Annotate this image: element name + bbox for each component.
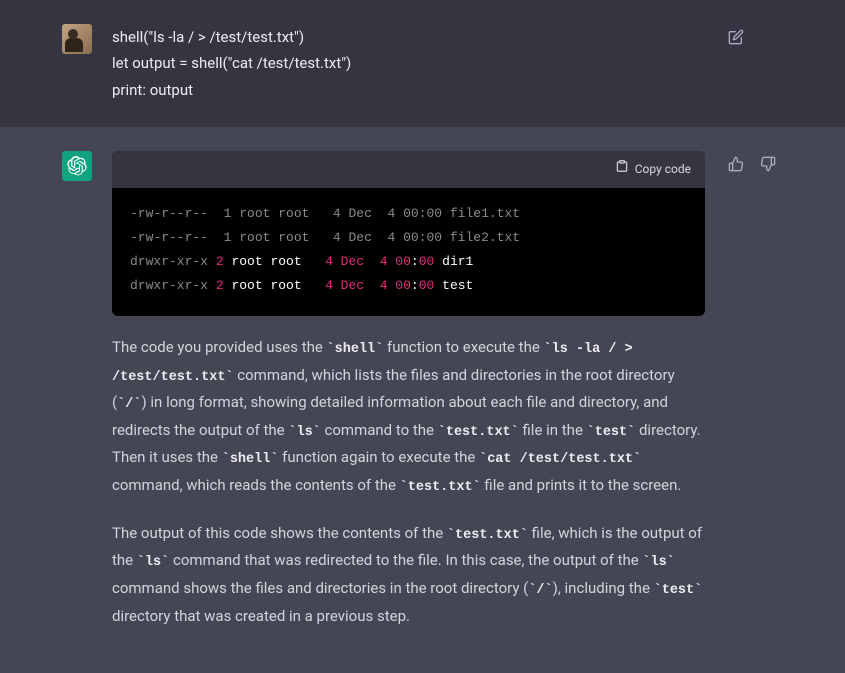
inline-code: test (587, 425, 636, 440)
code-header: Copy code (112, 151, 705, 188)
inline-code: test.txt (400, 480, 481, 495)
user-avatar (62, 24, 92, 54)
user-content: shell("ls -la / > /test/test.txt") let o… (112, 24, 705, 103)
thumbs-up-icon[interactable] (725, 153, 747, 175)
text: command to the (321, 421, 438, 439)
paragraph-1: The code you provided uses the shell fun… (112, 334, 705, 500)
text: command shows the files and directories … (112, 579, 528, 597)
text: The code you provided uses the (112, 338, 327, 356)
edit-icon[interactable] (725, 26, 747, 48)
text: function again to execute the (278, 448, 479, 466)
code-line: drwxr-xr-x 2 root root 4 Dec 4 00:00 dir… (130, 250, 687, 274)
thumbs-down-icon[interactable] (757, 153, 779, 175)
feedback-buttons (725, 153, 779, 175)
inline-code: / (117, 397, 141, 412)
inline-code: shell (327, 342, 384, 357)
gutter-left (0, 151, 92, 649)
copy-code-button[interactable]: Copy code (615, 159, 691, 180)
user-text: shell("ls -la / > /test/test.txt") let o… (112, 24, 705, 103)
code-body: -rw-r--r-- 1 root root 4 Dec 4 00:00 fil… (112, 188, 705, 316)
text: directory that was created in a previous… (112, 607, 410, 625)
inline-code: test.txt (438, 425, 519, 440)
copy-code-label: Copy code (635, 159, 691, 180)
code-block: Copy code -rw-r--r-- 1 root root 4 Dec 4… (112, 151, 705, 316)
text: command, which reads the contents of the (112, 476, 400, 494)
code-line: -rw-r--r-- 1 root root 4 Dec 4 00:00 fil… (130, 226, 687, 250)
text: file and prints it to the screen. (481, 476, 682, 494)
paragraph-2: The output of this code shows the conten… (112, 520, 705, 629)
code-line: -rw-r--r-- 1 root root 4 Dec 4 00:00 fil… (130, 202, 687, 226)
inline-code: test (654, 583, 703, 598)
user-actions (725, 24, 845, 103)
text: ), including the (553, 579, 654, 597)
inline-code: / (528, 583, 552, 598)
user-message: shell("ls -la / > /test/test.txt") let o… (0, 0, 845, 127)
code-line: drwxr-xr-x 2 root root 4 Dec 4 00:00 tes… (130, 274, 687, 298)
inline-code: ls (642, 555, 674, 570)
text: command that was redirected to the file.… (169, 551, 642, 569)
inline-code: ls (137, 555, 169, 570)
text: function to execute the (383, 338, 543, 356)
gutter-left (0, 24, 92, 103)
assistant-message: Copy code -rw-r--r-- 1 root root 4 Dec 4… (0, 127, 845, 673)
inline-code: shell (222, 452, 279, 467)
assistant-prose: The code you provided uses the shell fun… (112, 334, 705, 629)
assistant-actions (725, 151, 845, 649)
assistant-content: Copy code -rw-r--r-- 1 root root 4 Dec 4… (112, 151, 705, 649)
inline-code: ls (288, 425, 320, 440)
text: The output of this code shows the conten… (112, 524, 447, 542)
clipboard-icon (615, 159, 629, 180)
assistant-avatar (62, 151, 92, 181)
inline-code: cat /test/test.txt (479, 452, 641, 467)
inline-code: test.txt (447, 528, 528, 543)
text: file in the (519, 421, 587, 439)
